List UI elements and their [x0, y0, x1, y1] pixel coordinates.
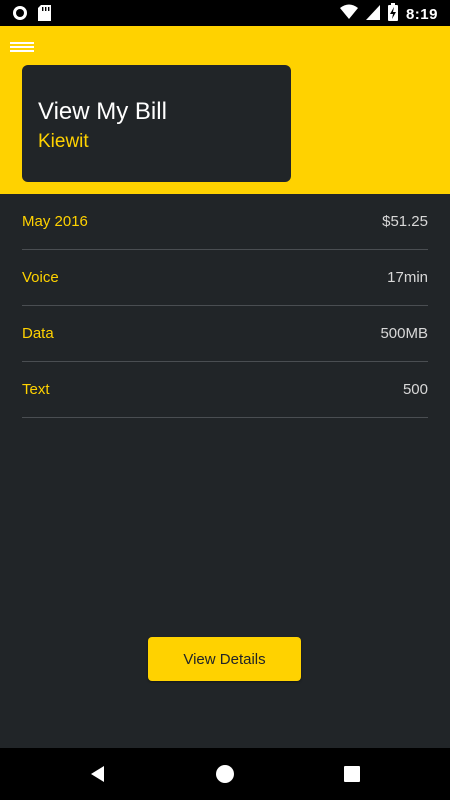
- bill-summary-list: May 2016 $51.25 Voice 17min Data 500MB T…: [22, 194, 428, 418]
- sd-card-icon: [38, 5, 51, 26]
- row-label: Voice: [22, 268, 59, 286]
- hamburger-menu-icon[interactable]: [10, 42, 34, 56]
- circle-status-icon: [12, 5, 28, 26]
- row-value: 17min: [387, 268, 428, 286]
- title-card: View My Bill Kiewit: [22, 65, 291, 182]
- row-label: Data: [22, 324, 54, 342]
- bill-row-text: Text 500: [22, 362, 428, 418]
- row-value: 500MB: [380, 324, 428, 342]
- home-icon[interactable]: [215, 764, 235, 784]
- navigation-bar: [0, 748, 450, 800]
- company-name: Kiewit: [38, 131, 89, 152]
- wifi-icon: [339, 4, 358, 25]
- battery-charging-icon: [387, 3, 398, 26]
- view-details-button[interactable]: View Details: [148, 637, 301, 681]
- page-title: View My Bill: [38, 98, 167, 125]
- bill-row-period: May 2016 $51.25: [22, 194, 428, 250]
- bill-row-data: Data 500MB: [22, 306, 428, 362]
- row-label: Text: [22, 380, 50, 398]
- row-value: $51.25: [382, 212, 428, 230]
- signal-icon: [365, 4, 380, 25]
- header: View My Bill Kiewit: [0, 26, 450, 194]
- recents-icon[interactable]: [342, 764, 362, 784]
- status-bar: 8:19: [0, 0, 450, 26]
- row-value: 500: [402, 380, 428, 398]
- status-time: 8:19: [405, 6, 438, 23]
- back-icon[interactable]: [88, 764, 108, 784]
- row-label: May 2016: [22, 212, 88, 230]
- bill-row-voice: Voice 17min: [22, 250, 428, 306]
